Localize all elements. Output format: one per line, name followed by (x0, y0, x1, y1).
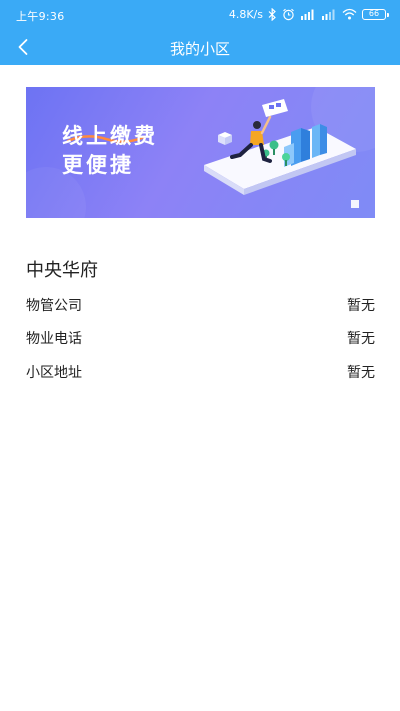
info-row-community-address: 小区地址 暂无 (26, 361, 375, 383)
promo-banner[interactable]: 线上缴费 更便捷 (26, 87, 375, 218)
info-value: 暂无 (347, 331, 375, 347)
info-value: 暂无 (347, 365, 375, 381)
signal-icon (321, 7, 337, 21)
signal-icon (300, 7, 316, 21)
info-label: 物业电话 (26, 331, 82, 347)
status-icons: 4.8K/s 66 (228, 7, 389, 21)
info-value: 暂无 (347, 298, 375, 314)
nav-bar: 我的小区 (0, 30, 400, 65)
community-name: 中央华府 (26, 260, 98, 281)
status-bar: 上午9:36 4.8K/s 66 (0, 0, 400, 30)
banner-line1: 线上缴费 (62, 124, 158, 148)
alarm-icon (282, 7, 295, 21)
status-time: 上午9:36 (16, 10, 65, 23)
page-title: 我的小区 (169, 40, 230, 58)
info-label: 小区地址 (26, 365, 82, 381)
banner-line2: 更便捷 (62, 153, 134, 177)
battery-icon: 66 (362, 8, 389, 20)
info-row-management-company: 物管公司 暂无 (26, 294, 375, 316)
info-label: 物管公司 (26, 298, 82, 314)
info-row-property-phone: 物业电话 暂无 (26, 327, 375, 349)
bluetooth-icon (268, 7, 277, 21)
wifi-icon (342, 7, 357, 21)
network-speed: 4.8K/s (228, 7, 263, 21)
